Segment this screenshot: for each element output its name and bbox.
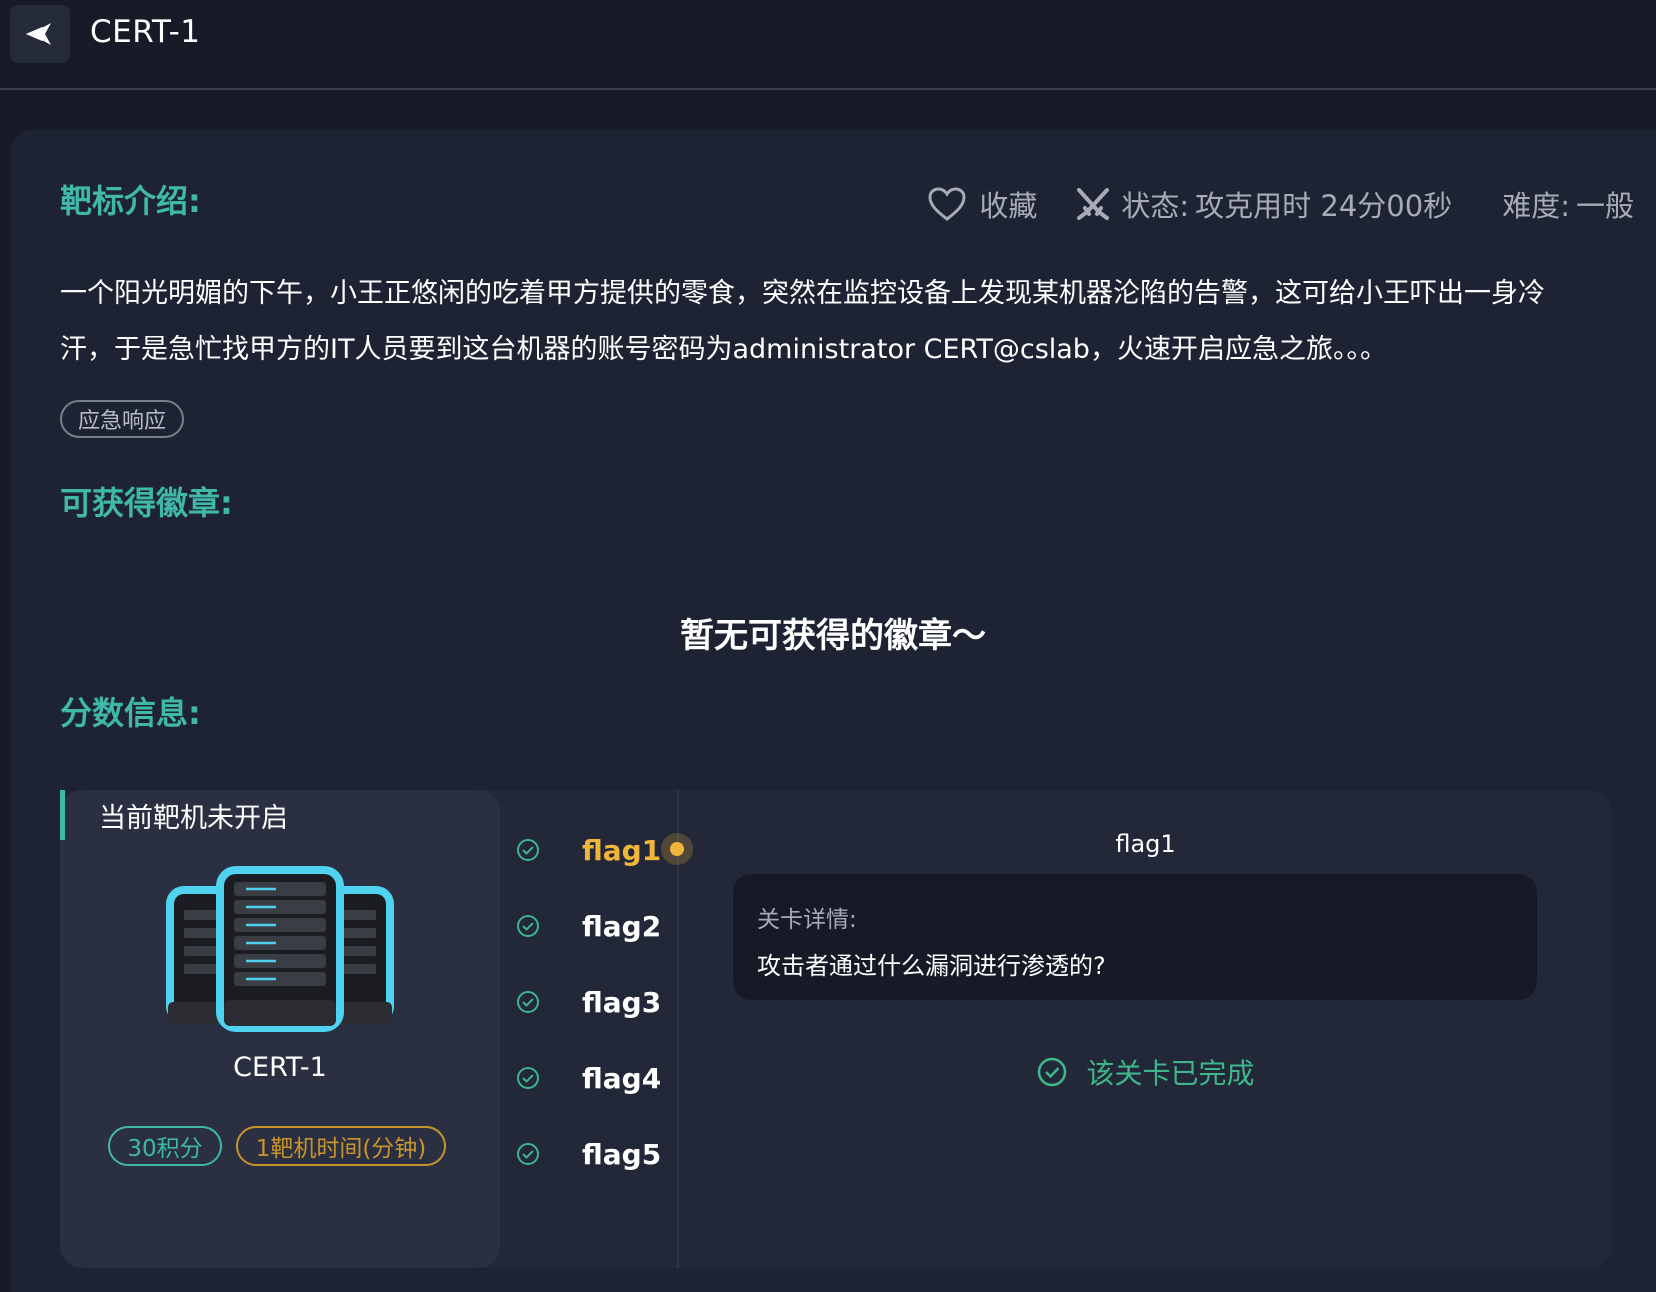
detail-question: 攻击者通过什么漏洞进行渗透的? <box>757 952 1106 980</box>
description-line-2: 汗，于是急忙找甲方的IT人员要到这台机器的账号密码为administrator … <box>60 334 1387 365</box>
crossed-swords-icon <box>1077 188 1110 220</box>
detail-label: 关卡详情: <box>757 907 857 933</box>
back-button[interactable] <box>10 5 70 63</box>
target-description: 一个阳光明媚的下午，小王正悠闲的吃着甲方提供的零食，突然在监控设备上发现某机器沦… <box>60 266 1620 378</box>
detail-box: 关卡详情: 攻击者通过什么漏洞进行渗透的? <box>733 874 1537 1000</box>
favorite-label: 收藏 <box>979 189 1038 223</box>
flag-label: flag1 <box>582 833 662 867</box>
favorite-button[interactable]: 收藏 <box>927 183 1037 225</box>
flag-label: flag5 <box>582 1137 662 1171</box>
check-circle-icon <box>517 991 539 1013</box>
difficulty-value: 一般 <box>1575 189 1634 223</box>
flag-label: flag4 <box>582 1061 662 1095</box>
completed-text: 该关卡已完成 <box>1086 1057 1255 1090</box>
difficulty-item: 难度: 一般 <box>1502 183 1634 225</box>
badges-section-title: 可获得徽章: <box>60 484 233 522</box>
score-panel: 当前靶机未开启 CERT-1 30积分 1靶机时间(分钟) flag1 flag… <box>60 790 1612 1268</box>
flag-detail-area: flag1 关卡详情: 攻击者通过什么漏洞进行渗透的? 该关卡已完成 <box>679 790 1612 1268</box>
status-item: 状态: 攻克用时 24分00秒 <box>1075 183 1452 225</box>
completed-status: 该关卡已完成 <box>679 1052 1612 1092</box>
check-circle-icon <box>517 1143 539 1165</box>
score-section-title: 分数信息: <box>60 694 201 732</box>
server-rack-icon <box>166 866 394 1032</box>
heart-icon <box>928 187 966 221</box>
status-label: 状态: <box>1121 189 1190 223</box>
points-badge: 30积分 <box>108 1126 222 1166</box>
machine-time-badge: 1靶机时间(分钟) <box>236 1126 446 1166</box>
machine-card: 当前靶机未开启 CERT-1 30积分 1靶机时间(分钟) <box>60 790 500 1268</box>
meta-row: 收藏 状态: 攻克用时 24分00秒 难度: 一般 <box>927 182 1634 226</box>
machine-name: CERT-1 <box>233 1052 327 1083</box>
difficulty-label: 难度: <box>1502 189 1570 223</box>
description-line-1: 一个阳光明媚的下午，小王正悠闲的吃着甲方提供的零食，突然在监控设备上发现某机器沦… <box>60 278 1545 309</box>
status-value: 攻克用时 24分00秒 <box>1195 189 1453 223</box>
intro-section-title: 靶标介绍: <box>60 182 201 220</box>
top-bar: CERT-1 <box>0 0 1656 90</box>
flag-label: flag2 <box>582 909 662 943</box>
category-tag[interactable]: 应急响应 <box>60 400 185 438</box>
check-circle-icon <box>517 839 539 861</box>
machine-status: 当前靶机未开启 <box>60 790 288 840</box>
check-circle-icon <box>517 915 539 937</box>
flag-label: flag3 <box>582 985 662 1019</box>
empty-badges-text: 暂无可获得的徽章～ <box>680 616 986 656</box>
check-circle-icon <box>517 1067 539 1089</box>
check-circle-icon <box>1038 1057 1067 1087</box>
detail-title: flag1 <box>1115 830 1176 858</box>
back-arrow-icon <box>25 23 51 45</box>
page-title: CERT-1 <box>90 14 201 50</box>
main-card: 靶标介绍: 收藏 状态: 攻克用时 24分00秒 难度: 一般 一个阳光明媚的下… <box>10 130 1656 1292</box>
